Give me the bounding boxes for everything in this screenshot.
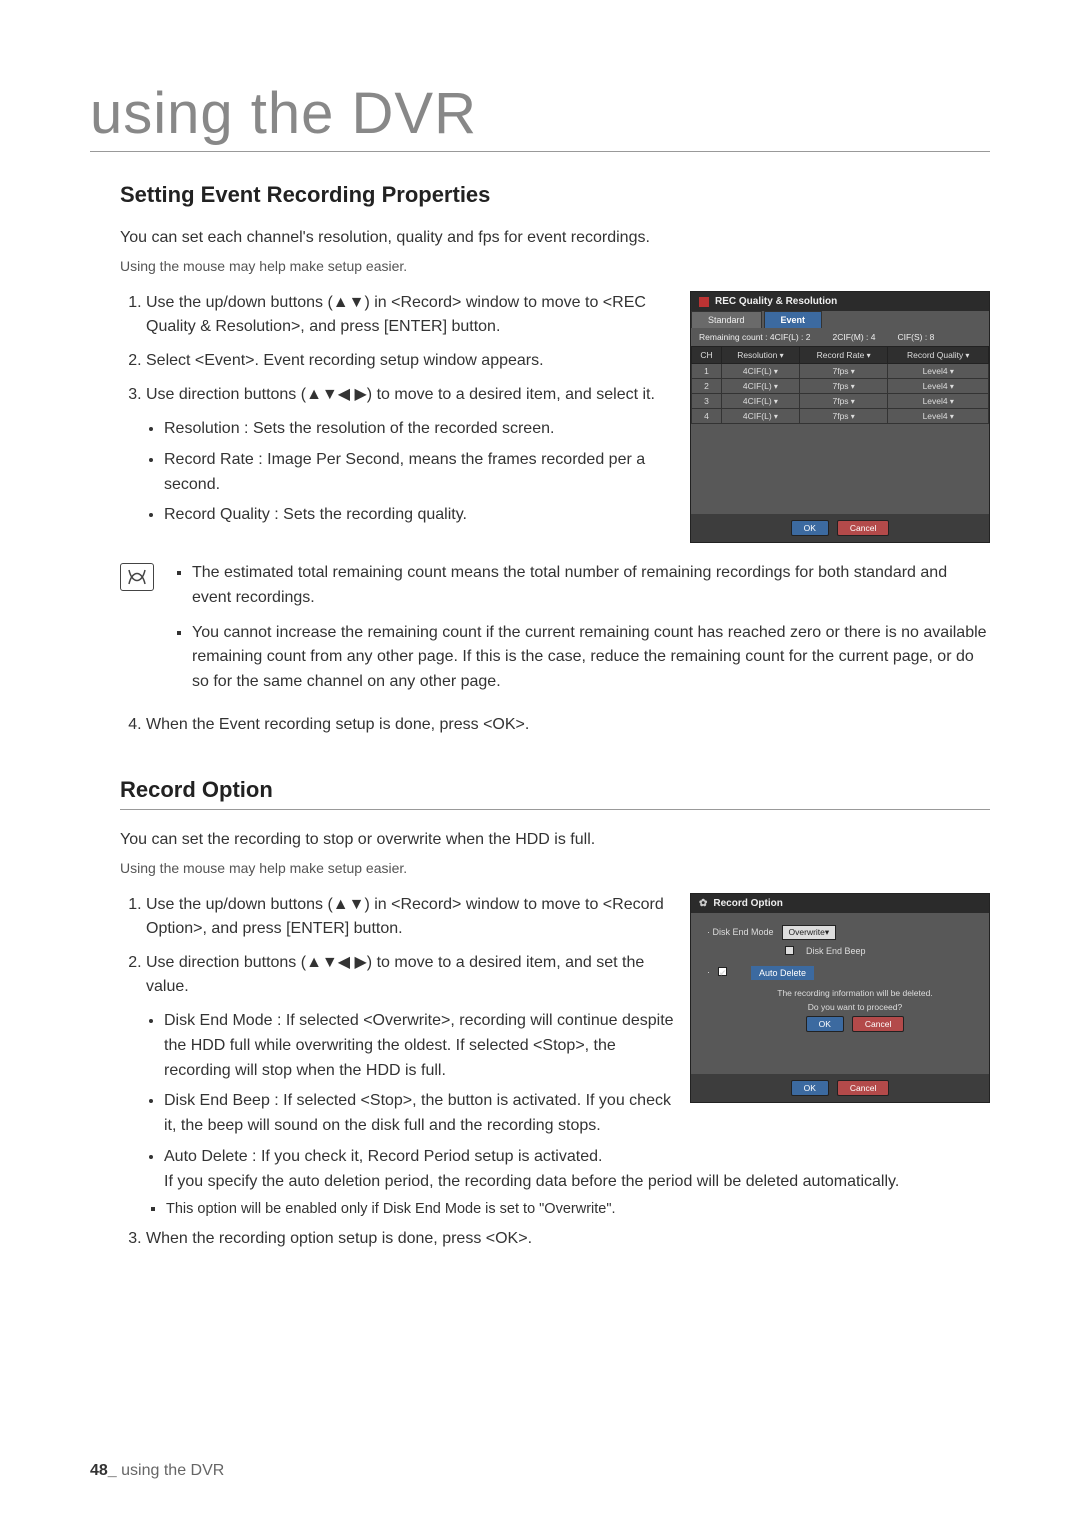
cell-ch: 3 <box>692 394 722 409</box>
cell-quality[interactable]: Level4 <box>888 364 989 379</box>
sec1-bullet-record-quality: Record Quality : Sets the recording qual… <box>164 503 674 528</box>
page-footer: 48_ using the DVR <box>90 1462 224 1480</box>
record-option-panel: Record Option · Disk End Mode Overwrite … <box>690 893 990 1103</box>
sec2-step1: Use the up/down buttons (▲▼) in <Record>… <box>146 893 674 941</box>
cell-rate[interactable]: 7fps <box>799 394 888 409</box>
section-record-option-heading: Record Option <box>120 777 990 810</box>
sec1-step2: Select <Event>. Event recording setup wi… <box>146 349 674 373</box>
page-title: using the DVR <box>90 80 990 152</box>
sec1-step3: Use direction buttons (▲▼◀ ▶) to move to… <box>146 383 674 407</box>
sec2-bullet-auto-delete: Auto Delete : If you check it, Record Pe… <box>164 1145 990 1195</box>
dialog-msg1: The recording information will be delete… <box>737 988 973 998</box>
disk-end-beep-label: Disk End Beep <box>806 946 866 956</box>
col-record-quality[interactable]: Record Quality <box>888 347 989 364</box>
cell-resolution[interactable]: 4CIF(L) <box>721 394 799 409</box>
rec-panel-title-bar: REC Quality & Resolution <box>691 292 989 311</box>
rec-panel-title: REC Quality & Resolution <box>715 296 837 307</box>
sec2-b3a: Auto Delete : If you check it, Record Pe… <box>164 1148 602 1165</box>
sec2-b3b: If you specify the auto deletion period,… <box>164 1173 899 1190</box>
count-cif: CIF(S) : 8 <box>897 332 934 342</box>
cell-quality[interactable]: Level4 <box>888 409 989 424</box>
rec-cancel-button[interactable]: Cancel <box>837 520 889 536</box>
auto-delete-prefix: · <box>707 967 710 977</box>
sec2-step3-text: When the recording option setup is done,… <box>146 1230 532 1247</box>
dialog-cancel-button[interactable]: Cancel <box>852 1016 904 1032</box>
sec1-bullet-resolution: Resolution : Sets the resolution of the … <box>164 417 674 442</box>
col-quality-label: Record Quality <box>907 350 969 360</box>
dialog-msg2: Do you want to proceed? <box>737 1002 973 1012</box>
table-row: 2 4CIF(L) 7fps Level4 <box>692 379 989 394</box>
sec2-subnote: This option will be enabled only if Disk… <box>166 1201 990 1217</box>
cell-resolution[interactable]: 4CIF(L) <box>721 409 799 424</box>
col-record-rate[interactable]: Record Rate <box>799 347 888 364</box>
rec-icon <box>699 297 709 307</box>
disk-end-mode-label: · Disk End Mode <box>707 927 774 937</box>
table-row: 4 4CIF(L) 7fps Level4 <box>692 409 989 424</box>
cell-rate[interactable]: 7fps <box>799 409 888 424</box>
sec1-step3-text: Use direction buttons (▲▼◀ ▶) to move to… <box>146 386 655 403</box>
col-rate-label: Record Rate <box>817 350 871 360</box>
cell-quality[interactable]: Level4 <box>888 394 989 409</box>
note-2: You cannot increase the remaining count … <box>192 621 990 695</box>
rec-table: CH Resolution Record Rate Record Quality… <box>691 346 989 424</box>
confirm-dialog: The recording information will be delete… <box>737 988 973 1032</box>
rec-ok-button[interactable]: OK <box>791 520 829 536</box>
disk-end-mode-select[interactable]: Overwrite <box>782 925 837 940</box>
rec-quality-panel: REC Quality & Resolution Standard Event … <box>690 291 990 543</box>
cell-rate[interactable]: 7fps <box>799 364 888 379</box>
sec2-step2-text: Use direction buttons (▲▼◀ ▶) to move to… <box>146 954 644 995</box>
count-2cif: 2CIF(M) : 4 <box>833 332 876 342</box>
sec1-step1: Use the up/down buttons (▲▼) in <Record>… <box>146 291 674 339</box>
sec2-step3: When the recording option setup is done,… <box>146 1227 990 1251</box>
page-number: 48_ <box>90 1462 117 1479</box>
cell-quality[interactable]: Level4 <box>888 379 989 394</box>
sec2-step2: Use direction buttons (▲▼◀ ▶) to move to… <box>146 951 674 999</box>
sec1-step2-text: Select <Event>. Event recording setup wi… <box>146 352 544 369</box>
gear-icon <box>699 898 707 909</box>
cell-resolution[interactable]: 4CIF(L) <box>721 379 799 394</box>
col-resolution-label: Resolution <box>737 350 783 360</box>
cell-ch: 4 <box>692 409 722 424</box>
footer-text: using the DVR <box>121 1462 224 1479</box>
tab-event[interactable]: Event <box>764 311 823 328</box>
sec1-intro2: Using the mouse may help make setup easi… <box>120 256 990 277</box>
ro-panel-title: Record Option <box>713 898 782 909</box>
panel-spacer <box>691 424 989 514</box>
sec2-intro1: You can set the recording to stop or ove… <box>120 828 990 852</box>
ro-ok-button[interactable]: OK <box>791 1080 829 1096</box>
sec1-intro1: You can set each channel's resolution, q… <box>120 226 990 250</box>
sec1-bullet-record-rate: Record Rate : Image Per Second, means th… <box>164 448 674 498</box>
cell-ch: 2 <box>692 379 722 394</box>
sec2-bullet-disk-end-beep: Disk End Beep : If selected <Stop>, the … <box>164 1089 674 1139</box>
section-event-heading: Setting Event Recording Properties <box>120 182 990 208</box>
col-ch: CH <box>692 347 722 364</box>
sec2-step1-text: Use the up/down buttons (▲▼) in <Record>… <box>146 896 664 937</box>
auto-delete-checkbox[interactable]: ✔ <box>718 967 727 976</box>
table-row: 3 4CIF(L) 7fps Level4 <box>692 394 989 409</box>
disk-end-beep-checkbox[interactable] <box>785 946 794 955</box>
remaining-count: Remaining count : 4CIF(L) : 2 <box>699 332 811 342</box>
note-1: The estimated total remaining count mean… <box>192 561 990 611</box>
cell-ch: 1 <box>692 364 722 379</box>
sec1-step4-text: When the Event recording setup is done, … <box>146 716 529 733</box>
sec2-intro2: Using the mouse may help make setup easi… <box>120 858 990 879</box>
col-resolution[interactable]: Resolution <box>721 347 799 364</box>
dialog-ok-button[interactable]: OK <box>806 1016 844 1032</box>
sec1-step4: When the Event recording setup is done, … <box>146 713 990 737</box>
sec1-step1-text: Use the up/down buttons (▲▼) in <Record>… <box>146 294 646 335</box>
tab-standard[interactable]: Standard <box>691 311 762 328</box>
ro-cancel-button[interactable]: Cancel <box>837 1080 889 1096</box>
auto-delete-label: Auto Delete <box>751 966 814 980</box>
ro-panel-title-bar: Record Option <box>691 894 989 913</box>
note-icon <box>120 563 154 591</box>
cell-resolution[interactable]: 4CIF(L) <box>721 364 799 379</box>
cell-rate[interactable]: 7fps <box>799 379 888 394</box>
table-row: 1 4CIF(L) 7fps Level4 <box>692 364 989 379</box>
sec2-bullet-disk-end-mode: Disk End Mode : If selected <Overwrite>,… <box>164 1009 674 1083</box>
